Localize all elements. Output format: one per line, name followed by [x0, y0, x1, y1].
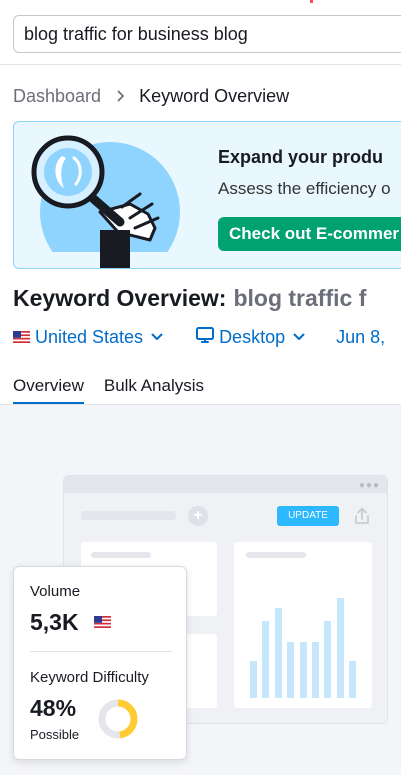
mock-chart-bar [324, 621, 332, 698]
tabs-divider [0, 404, 401, 405]
mock-chart-bar [336, 597, 344, 698]
banner-title: Expand your produ [218, 147, 384, 167]
chevron-down-icon [293, 333, 305, 341]
date-label: Jun 8, [336, 326, 386, 347]
date-selector[interactable]: Jun 8, [336, 327, 385, 348]
mock-chart-bar [312, 641, 319, 698]
volume-value: 5,3K [30, 609, 79, 635]
page-title: Keyword Overview: blog traffic f [13, 285, 366, 312]
chevron-right-icon [117, 90, 125, 102]
mock-chart-bar [250, 661, 257, 698]
mock-chart-bar [287, 641, 295, 698]
breadcrumb-dashboard-link[interactable]: Dashboard [13, 86, 101, 107]
metrics-card: Volume 5,3K Keyword Difficulty 48% Possi… [13, 566, 187, 760]
keyword-difficulty-value: 48% [30, 695, 77, 721]
keyword-difficulty-label: Keyword Difficulty [30, 669, 149, 686]
us-flag-icon [94, 615, 111, 633]
notification-dot [310, 0, 313, 3]
metrics-divider [30, 651, 172, 652]
keyword-difficulty-note: Possible [30, 727, 80, 742]
magnifier-illustration [30, 135, 210, 268]
mock-chart-bar [349, 661, 357, 698]
device-label: Desktop [219, 326, 286, 347]
us-flag-icon [13, 327, 30, 348]
country-selector[interactable]: United States [13, 327, 163, 348]
promo-banner: Expand your produ Assess the efficiency … [13, 121, 401, 269]
ecommerce-cta-button[interactable]: Check out E-commer [218, 217, 401, 251]
banner-text: Assess the efficiency o [218, 179, 391, 198]
plus-icon: + [188, 506, 208, 526]
chevron-down-icon [151, 333, 163, 341]
tab-bulk-analysis[interactable]: Bulk Analysis [104, 376, 204, 405]
page-title-label: Keyword Overview: [13, 285, 227, 311]
filters-bar: United States Desktop Jun 8, [13, 326, 385, 348]
tabs-bar: Overview Bulk Analysis [13, 376, 224, 405]
mock-placeholder-line [246, 552, 306, 558]
mock-chart-bar [299, 641, 307, 698]
search-input[interactable] [24, 16, 401, 52]
mock-chart-bar [262, 621, 270, 698]
page-title-keyword: blog traffic f [233, 285, 367, 311]
share-icon [352, 506, 372, 531]
search-box[interactable] [13, 15, 401, 53]
mock-chart-card [234, 542, 372, 708]
desktop-icon [196, 326, 215, 348]
mock-placeholder-line [91, 552, 151, 558]
tab-overview[interactable]: Overview [13, 376, 84, 405]
breadcrumb: Dashboard Keyword Overview [13, 86, 289, 106]
mock-bar-chart [250, 576, 360, 698]
volume-label: Volume [30, 583, 81, 600]
mock-update-button: UPDATE [277, 506, 339, 526]
more-dots-icon: ●●● [358, 480, 380, 491]
mock-chart-bar [274, 607, 282, 698]
mock-window-bar: ●●● [64, 476, 387, 493]
breadcrumb-current: Keyword Overview [139, 85, 290, 106]
header-divider [0, 64, 401, 65]
country-label: United States [35, 326, 144, 347]
difficulty-donut [98, 699, 138, 739]
device-selector[interactable]: Desktop [196, 326, 305, 348]
mock-placeholder-line [81, 511, 176, 520]
